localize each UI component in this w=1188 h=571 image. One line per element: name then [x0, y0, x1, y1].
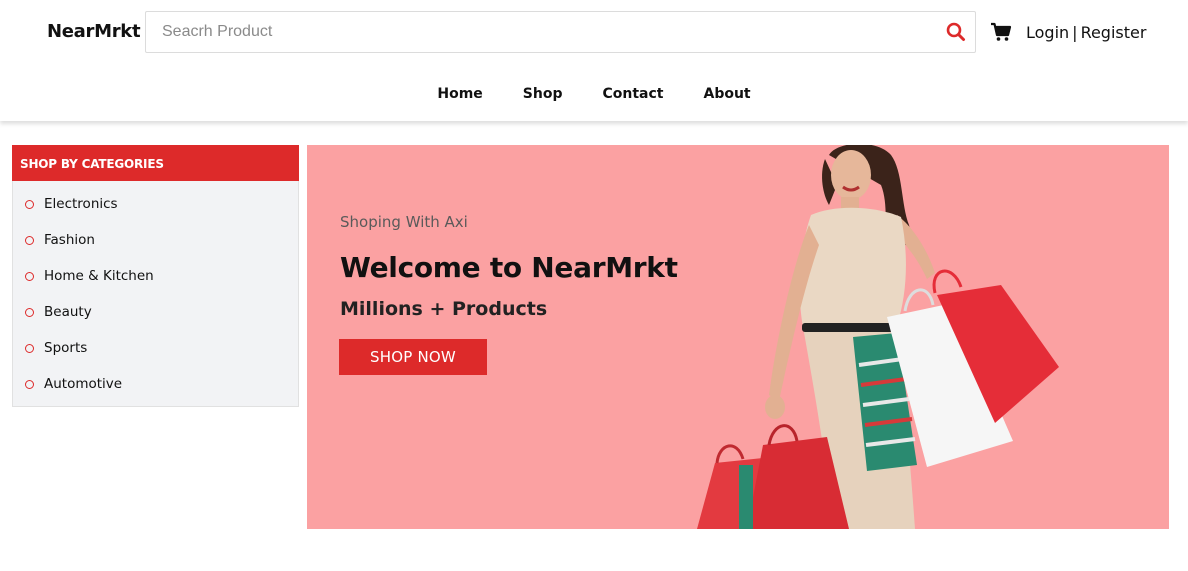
category-item-sports[interactable]: Sports — [25, 340, 154, 376]
shopping-woman-image — [697, 145, 1059, 529]
category-heading: SHOP BY CATEGORIES — [12, 145, 299, 181]
category-item-beauty[interactable]: Beauty — [25, 304, 154, 340]
category-label: Fashion — [44, 232, 95, 248]
bullet-icon — [25, 200, 34, 209]
register-link[interactable]: Register — [1081, 23, 1147, 42]
search-input[interactable] — [146, 12, 926, 52]
auth-separator: | — [1072, 23, 1078, 42]
main-nav: Home Shop Contact About — [0, 86, 1188, 102]
category-label: Beauty — [44, 304, 92, 320]
site-header: NearMrkt Login|Register Home Shop Contac… — [0, 0, 1188, 121]
category-item-automotive[interactable]: Automotive — [25, 376, 154, 412]
banner-tagline: Millions + Products — [340, 298, 548, 320]
search-bar — [145, 11, 976, 53]
category-label: Automotive — [44, 376, 123, 392]
nav-contact[interactable]: Contact — [602, 86, 663, 102]
login-link[interactable]: Login — [1026, 23, 1069, 42]
category-label: Home & Kitchen — [44, 268, 154, 284]
category-label: Sports — [44, 340, 88, 356]
category-item-electronics[interactable]: Electronics — [25, 196, 154, 232]
hero-banner: Shoping With Axi Welcome to NearMrkt Mil… — [307, 145, 1169, 529]
category-list: Electronics Fashion Home & Kitchen Beaut… — [25, 196, 154, 412]
bullet-icon — [25, 344, 34, 353]
auth-links: Login | Register — [1026, 23, 1146, 42]
shop-now-button[interactable]: SHOP NOW — [339, 339, 487, 375]
bullet-icon — [25, 236, 34, 245]
nav-about[interactable]: About — [703, 86, 750, 102]
bullet-icon — [25, 272, 34, 281]
search-icon[interactable] — [945, 21, 967, 43]
banner-subtitle: Shoping With Axi — [340, 213, 468, 231]
nav-home[interactable]: Home — [437, 86, 482, 102]
bullet-icon — [25, 308, 34, 317]
category-label: Electronics — [44, 196, 118, 212]
category-item-fashion[interactable]: Fashion — [25, 232, 154, 268]
category-item-home-kitchen[interactable]: Home & Kitchen — [25, 268, 154, 304]
brand-logo[interactable]: NearMrkt — [47, 21, 141, 42]
category-sidebar: SHOP BY CATEGORIES Electronics Fashion H… — [12, 145, 299, 407]
cart-icon[interactable] — [990, 21, 1012, 43]
nav-shop[interactable]: Shop — [523, 86, 563, 102]
bullet-icon — [25, 380, 34, 389]
